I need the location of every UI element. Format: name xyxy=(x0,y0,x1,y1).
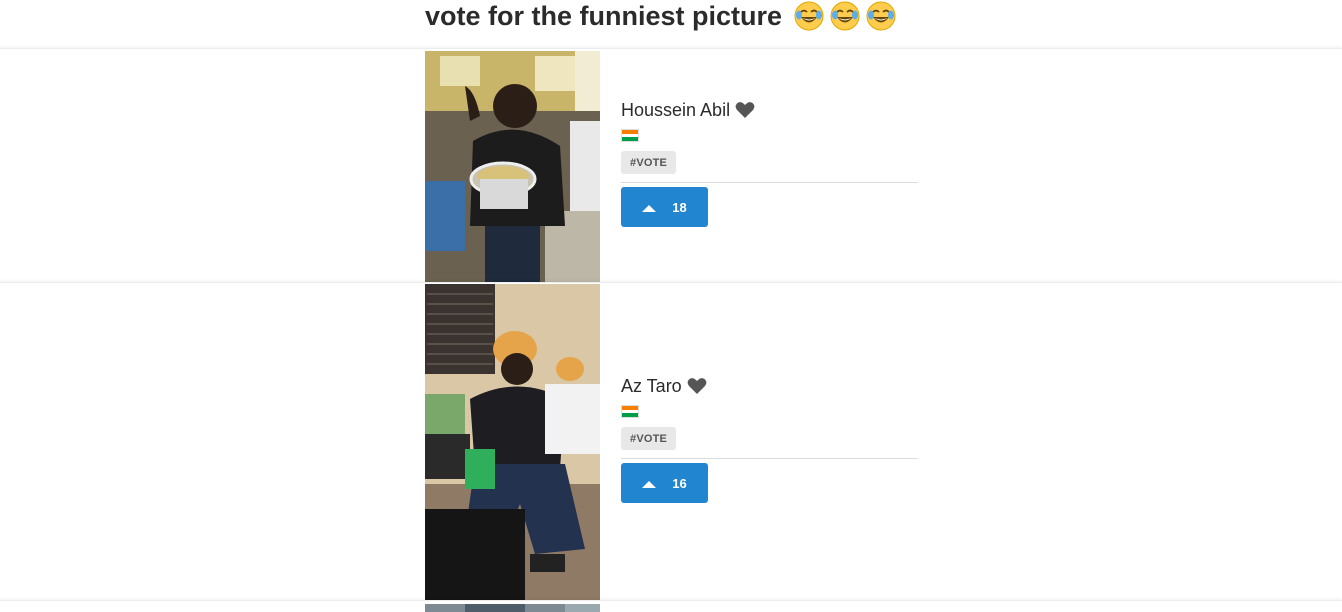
entry-card: Az Taro #VOTE 16 xyxy=(0,282,1342,601)
vote-tag[interactable]: #VOTE xyxy=(621,427,677,450)
entry-photo-image xyxy=(425,284,600,601)
entry-photo[interactable] xyxy=(425,602,600,612)
page-title: vote for the funniest picture xyxy=(425,0,896,32)
vote-count: 16 xyxy=(672,475,687,491)
flag-icon xyxy=(621,405,639,418)
title-emojis xyxy=(794,1,896,31)
divider xyxy=(621,458,918,459)
page: vote for the funniest picture Houssein A… xyxy=(0,0,1342,612)
entry-name[interactable]: Az Taro xyxy=(621,376,682,397)
face-with-tears-of-joy-icon xyxy=(830,1,860,31)
entry-photo-image xyxy=(425,604,600,612)
entry-photo[interactable] xyxy=(425,284,600,601)
entry-photo-image xyxy=(425,51,600,283)
heart-icon[interactable] xyxy=(687,377,707,395)
divider xyxy=(621,182,918,183)
face-with-tears-of-joy-icon xyxy=(866,1,896,31)
caret-up-icon xyxy=(642,204,657,212)
entry-card xyxy=(0,600,1342,612)
flag-icon xyxy=(621,129,639,142)
page-title-text: vote for the funniest picture xyxy=(425,0,783,31)
vote-count: 18 xyxy=(672,199,687,215)
entry-info: Houssein Abil #VOTE 18 xyxy=(621,97,918,227)
entry-name[interactable]: Houssein Abil xyxy=(621,100,730,121)
face-with-tears-of-joy-icon xyxy=(794,1,824,31)
entry-name-row: Houssein Abil xyxy=(621,97,918,123)
vote-button[interactable]: 16 xyxy=(621,463,708,503)
entry-info: Az Taro #VOTE 16 xyxy=(621,373,918,503)
vote-button[interactable]: 18 xyxy=(621,187,708,227)
vote-tag[interactable]: #VOTE xyxy=(621,151,677,174)
entry-card: Houssein Abil #VOTE 18 xyxy=(0,48,1342,283)
heart-icon[interactable] xyxy=(735,101,755,119)
caret-up-icon xyxy=(642,480,657,488)
entry-photo[interactable] xyxy=(425,51,600,283)
entry-name-row: Az Taro xyxy=(621,373,918,399)
